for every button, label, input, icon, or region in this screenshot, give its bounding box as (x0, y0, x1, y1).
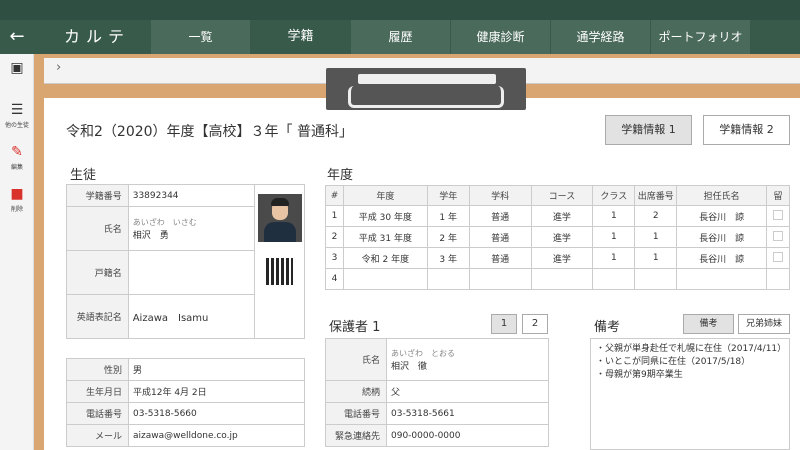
retain-checkbox[interactable] (772, 251, 783, 262)
info-2-button[interactable]: 学籍情報 2 (703, 115, 790, 145)
id-label: 学籍番号 (66, 184, 129, 207)
note-line: ・母親が第9期卒業生 (596, 370, 683, 380)
page-title: 令和2（2020）年度【高校】３年「 普通科」 (66, 124, 353, 140)
name-label: 氏名 (66, 206, 129, 251)
edit-button[interactable]: ✎ 編集 (0, 138, 34, 180)
table-row[interactable]: 3 令和 2 年度 3 年普通 進学 1 1 長谷川 諒 (325, 247, 791, 269)
retain-checkbox[interactable] (772, 230, 783, 241)
col-header: クラス (592, 185, 636, 206)
guardian-name-kana: あいざわ とおる (391, 348, 455, 358)
col-header: 出席番号 (634, 185, 678, 206)
years-table: # 年度 学年 学科 コース クラス 出席番号 担任氏名 留 1 平成 30 年度… (325, 185, 791, 290)
col-header: 学科 (468, 185, 532, 206)
guardian-table: 氏名 あいざわ とおる 相沢 徹 続柄 父 電話番号 03-5318-5661 … (325, 338, 549, 447)
family-value (127, 250, 256, 295)
guardian-heading: 保護者 1 (329, 320, 381, 335)
tab-list[interactable]: 一覧 (150, 20, 250, 54)
trash-icon: ■ (10, 186, 24, 202)
emergency-label: 緊急連絡先 (325, 424, 387, 447)
person-card-icon: ▣ (10, 60, 24, 76)
tab-health[interactable]: 健康診断 (450, 20, 550, 54)
nav-bar: ← カルテ 一覧 学籍 履歴 健康診断 通学経路 ポートフォリオ (0, 20, 800, 54)
tab-bar: 一覧 学籍 履歴 健康診断 通学経路 ポートフォリオ (150, 20, 750, 54)
phone-label: 電話番号 (66, 402, 129, 425)
tab-portfolio[interactable]: ポートフォリオ (650, 20, 750, 54)
mail-label: メール (66, 424, 129, 447)
info-1-button[interactable]: 学籍情報 1 (605, 115, 692, 145)
name-kana: あいざわ いさむ (132, 217, 197, 227)
relation-value: 父 (386, 380, 549, 403)
guardian-phone-value: 03-5318-5661 (386, 402, 549, 425)
student-detail-table: 性別 男 生年月日 平成12年 4月 2日 電話番号 03-5318-5660 … (66, 358, 305, 447)
birth-value: 平成12年 4月 2日 (128, 380, 305, 403)
col-header: 年度 (342, 185, 428, 206)
english-value: Aizawa Isamu (127, 294, 256, 339)
col-header: # (325, 185, 344, 206)
edit-label: 編集 (10, 164, 23, 171)
chevron-right-icon[interactable]: › (56, 60, 61, 75)
status-bar (0, 0, 800, 20)
col-header: 担任氏名 (676, 185, 767, 206)
guardian-page-2-button[interactable]: 2 (522, 314, 548, 334)
siblings-tab-button[interactable]: 兄弟姉妹 (738, 314, 790, 334)
english-label: 英語表記名 (66, 294, 129, 339)
clipboard-clip-loop (348, 86, 504, 108)
guardian-phone-label: 電話番号 (325, 402, 387, 425)
tab-history[interactable]: 履歴 (350, 20, 450, 54)
years-heading: 年度 (327, 168, 354, 183)
qr-code-icon (266, 258, 293, 285)
table-row[interactable]: 2 平成 31 年度 2 年普通 進学 1 1 長谷川 諒 (325, 226, 791, 248)
birth-label: 生年月日 (66, 380, 129, 403)
tab-enrollment[interactable]: 学籍 (250, 20, 350, 54)
guardian-page-1-button[interactable]: 1 (491, 314, 517, 334)
sidebar: ▣ ☰ 他の生徒 ✎ 編集 ■ 削除 (0, 54, 34, 450)
profile-button[interactable]: ▣ (0, 54, 34, 96)
col-header: 学年 (426, 185, 470, 206)
delete-label: 削除 (10, 206, 23, 213)
mail-value: aizawa@welldone.co.jp (128, 424, 305, 447)
col-header: コース (530, 185, 594, 206)
retain-checkbox[interactable] (772, 209, 783, 220)
clipboard-clip-bar (358, 74, 496, 84)
delete-button[interactable]: ■ 削除 (0, 180, 34, 222)
notes-heading: 備考 (594, 320, 621, 335)
pencil-icon: ✎ (11, 144, 23, 160)
gender-value: 男 (128, 358, 305, 381)
note-line: ・父親が単身赴任で札幌に在住（2017/4/11） (596, 344, 787, 354)
other-students-button[interactable]: ☰ 他の生徒 (0, 96, 34, 138)
table-row[interactable]: 4 (325, 268, 791, 290)
name-cell: あいざわ いさむ 相沢 勇 (127, 206, 256, 251)
student-photo (258, 194, 302, 242)
family-label: 戸籍名 (66, 250, 129, 295)
name-value: 相沢 勇 (132, 230, 169, 241)
relation-label: 続柄 (325, 380, 387, 403)
app-title: カルテ (64, 27, 131, 46)
guardian-name-label: 氏名 (325, 338, 387, 381)
back-arrow-icon[interactable]: ← (0, 20, 34, 54)
other-students-label: 他の生徒 (4, 122, 29, 129)
guardian-name-value: 相沢 徹 (391, 361, 428, 372)
gender-label: 性別 (66, 358, 129, 381)
phone-value: 03-5318-5660 (128, 402, 305, 425)
notes-box[interactable]: ・父親が単身赴任で札幌に在住（2017/4/11） ・いとこが同県に在住（201… (590, 338, 790, 450)
col-header: 留 (765, 185, 791, 206)
note-line: ・いとこが同県に在住（2017/5/18） (596, 357, 751, 367)
table-row[interactable]: 1 平成 30 年度 1 年普通 進学 1 2 長谷川 諒 (325, 205, 791, 227)
list-icon: ☰ (10, 102, 24, 118)
notes-tab-button[interactable]: 備考 (683, 314, 734, 334)
id-value: 33892344 (127, 184, 256, 207)
student-heading: 生徒 (70, 168, 97, 183)
guardian-name-cell: あいざわ とおる 相沢 徹 (386, 338, 549, 381)
tab-commute[interactable]: 通学経路 (550, 20, 650, 54)
emergency-value: 090-0000-0000 (386, 424, 549, 447)
